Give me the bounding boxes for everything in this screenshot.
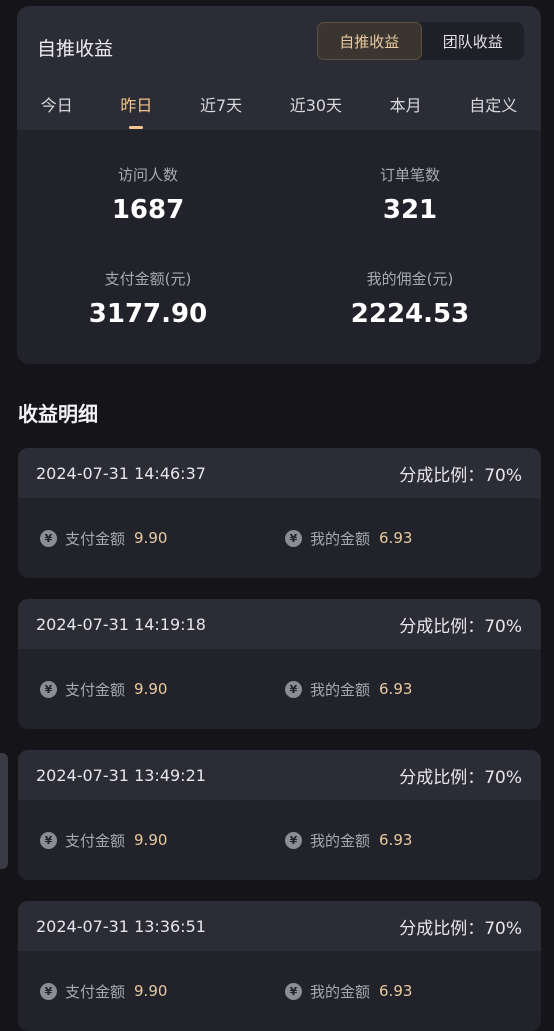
yen-icon: ¥ bbox=[285, 529, 302, 547]
my-amount: ¥ 我的金额 6.93 bbox=[285, 981, 530, 1002]
entry-body: ¥ 支付金额 9.90 ¥ 我的金额 6.93 bbox=[18, 498, 541, 578]
my-amount-value: 6.93 bbox=[379, 982, 413, 1000]
ratio-value: 70% bbox=[484, 918, 522, 939]
stats-grid: 访问人数 1687 订单笔数 321 支付金额(元) 3177.90 我的佣金(… bbox=[17, 130, 541, 364]
payment-amount-value: 9.90 bbox=[134, 680, 168, 698]
payment-amount-value: 9.90 bbox=[134, 831, 168, 849]
earnings-summary-card: 自推收益 自推收益 团队收益 今日 昨日 近7天 近30天 本月 自定义 访问人… bbox=[17, 6, 541, 364]
ratio-value: 70% bbox=[484, 465, 522, 486]
ratio-label: 分成比例： bbox=[399, 767, 485, 788]
stat-orders: 订单笔数 321 bbox=[279, 130, 541, 234]
entry-header: 2024-07-31 13:36:51 分成比例：70% bbox=[18, 901, 541, 951]
summary-header: 自推收益 自推收益 团队收益 今日 昨日 近7天 近30天 本月 自定义 bbox=[17, 6, 541, 130]
yen-icon: ¥ bbox=[40, 680, 57, 698]
payment-amount-label: 支付金额 bbox=[65, 831, 126, 850]
my-amount-value: 6.93 bbox=[379, 831, 413, 849]
payment-amount: ¥ 支付金额 9.90 bbox=[40, 528, 285, 549]
period-tabs: 今日 昨日 近7天 近30天 本月 自定义 bbox=[17, 92, 541, 130]
my-amount: ¥ 我的金额 6.93 bbox=[285, 830, 530, 851]
ratio-value: 70% bbox=[484, 767, 522, 788]
earnings-type-toggle: 自推收益 团队收益 bbox=[317, 22, 524, 60]
stat-my-commission: 我的佣金(元) 2224.53 bbox=[279, 234, 541, 338]
entry-timestamp: 2024-07-31 13:36:51 bbox=[36, 916, 206, 936]
stat-payment-amount: 支付金额(元) 3177.90 bbox=[17, 234, 279, 338]
summary-title: 自推收益 bbox=[37, 38, 114, 60]
payment-amount: ¥ 支付金额 9.90 bbox=[40, 981, 285, 1002]
my-amount-label: 我的金额 bbox=[310, 982, 371, 1001]
yen-icon: ¥ bbox=[40, 831, 57, 849]
entry-share-ratio: 分成比例：70% bbox=[399, 914, 522, 939]
entry-share-ratio: 分成比例：70% bbox=[399, 461, 522, 486]
entry-header: 2024-07-31 14:19:18 分成比例：70% bbox=[18, 599, 541, 649]
entry-body: ¥ 支付金额 9.90 ¥ 我的金额 6.93 bbox=[18, 951, 541, 1031]
stat-label: 访问人数 bbox=[117, 166, 178, 184]
entry-header: 2024-07-31 14:46:37 分成比例：70% bbox=[18, 448, 541, 498]
my-amount-label: 我的金额 bbox=[310, 529, 371, 548]
side-drawer-handle[interactable] bbox=[0, 753, 8, 869]
tab-yesterday[interactable]: 昨日 bbox=[116, 92, 156, 130]
tab-custom[interactable]: 自定义 bbox=[465, 92, 521, 130]
tab-yesterday-label: 昨日 bbox=[120, 96, 153, 115]
my-amount: ¥ 我的金额 6.93 bbox=[285, 528, 530, 549]
yen-icon: ¥ bbox=[40, 529, 57, 547]
payment-amount-label: 支付金额 bbox=[65, 680, 126, 699]
stat-value: 2224.53 bbox=[350, 299, 470, 329]
stat-value: 1687 bbox=[111, 195, 185, 225]
my-amount-value: 6.93 bbox=[379, 529, 413, 547]
my-amount-label: 我的金额 bbox=[310, 831, 371, 850]
stat-visitors: 访问人数 1687 bbox=[17, 130, 279, 234]
stat-value: 3177.90 bbox=[88, 299, 208, 329]
my-amount-label: 我的金额 bbox=[310, 680, 371, 699]
stat-label: 我的佣金(元) bbox=[366, 270, 454, 288]
active-tab-indicator bbox=[129, 126, 144, 129]
stat-label: 支付金额(元) bbox=[104, 270, 192, 288]
entry-body: ¥ 支付金额 9.90 ¥ 我的金额 6.93 bbox=[18, 800, 541, 880]
my-amount: ¥ 我的金额 6.93 bbox=[285, 679, 530, 700]
earnings-entry[interactable]: 2024-07-31 14:19:18 分成比例：70% ¥ 支付金额 9.90… bbox=[18, 599, 541, 729]
ratio-label: 分成比例： bbox=[399, 616, 485, 637]
payment-amount-value: 9.90 bbox=[134, 529, 168, 547]
entry-timestamp: 2024-07-31 14:19:18 bbox=[36, 614, 206, 634]
stat-label: 订单笔数 bbox=[379, 166, 440, 184]
payment-amount-label: 支付金额 bbox=[65, 982, 126, 1001]
yen-icon: ¥ bbox=[285, 831, 302, 849]
entry-timestamp: 2024-07-31 14:46:37 bbox=[36, 463, 206, 483]
toggle-team-earnings[interactable]: 团队收益 bbox=[422, 22, 525, 60]
payment-amount: ¥ 支付金额 9.90 bbox=[40, 830, 285, 851]
earnings-entry[interactable]: 2024-07-31 13:36:51 分成比例：70% ¥ 支付金额 9.90… bbox=[18, 901, 541, 1031]
payment-amount-value: 9.90 bbox=[134, 982, 168, 1000]
ratio-label: 分成比例： bbox=[399, 918, 485, 939]
entry-body: ¥ 支付金额 9.90 ¥ 我的金额 6.93 bbox=[18, 649, 541, 729]
yen-icon: ¥ bbox=[40, 982, 57, 1000]
ratio-label: 分成比例： bbox=[399, 465, 485, 486]
earnings-detail-title: 收益明细 bbox=[18, 402, 98, 426]
earnings-entry[interactable]: 2024-07-31 14:46:37 分成比例：70% ¥ 支付金额 9.90… bbox=[18, 448, 541, 578]
yen-icon: ¥ bbox=[285, 680, 302, 698]
stat-value: 321 bbox=[382, 195, 438, 225]
payment-amount: ¥ 支付金额 9.90 bbox=[40, 679, 285, 700]
tab-last-7-days[interactable]: 近7天 bbox=[196, 92, 246, 130]
entry-timestamp: 2024-07-31 13:49:21 bbox=[36, 765, 206, 785]
my-amount-value: 6.93 bbox=[379, 680, 413, 698]
entry-share-ratio: 分成比例：70% bbox=[399, 612, 522, 637]
earnings-entry[interactable]: 2024-07-31 13:49:21 分成比例：70% ¥ 支付金额 9.90… bbox=[18, 750, 541, 880]
yen-icon: ¥ bbox=[285, 982, 302, 1000]
tab-last-30-days[interactable]: 近30天 bbox=[286, 92, 346, 130]
ratio-value: 70% bbox=[484, 616, 522, 637]
entry-share-ratio: 分成比例：70% bbox=[399, 763, 522, 788]
payment-amount-label: 支付金额 bbox=[65, 529, 126, 548]
tab-today[interactable]: 今日 bbox=[37, 92, 77, 130]
toggle-self-earnings[interactable]: 自推收益 bbox=[317, 22, 422, 60]
entry-header: 2024-07-31 13:49:21 分成比例：70% bbox=[18, 750, 541, 800]
tab-this-month[interactable]: 本月 bbox=[386, 92, 426, 130]
